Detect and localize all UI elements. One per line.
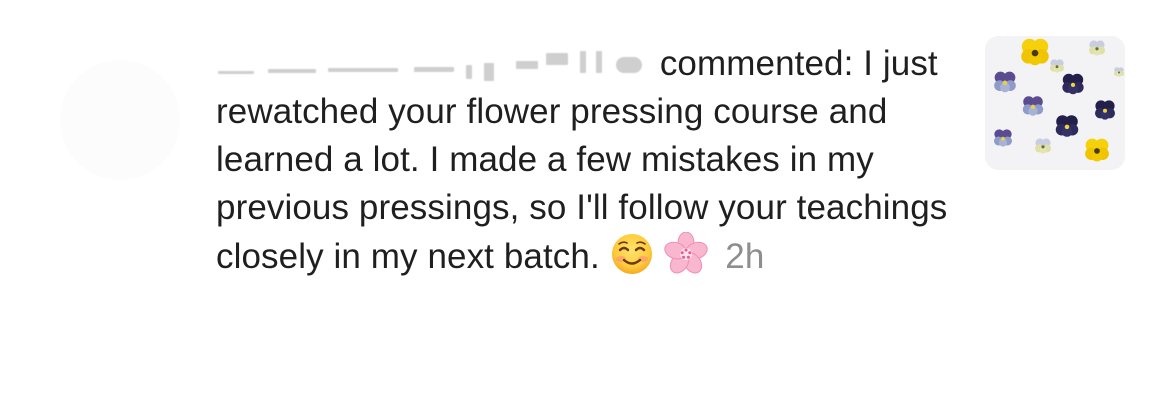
avatar[interactable] bbox=[60, 60, 180, 180]
smiling-face-icon bbox=[610, 232, 654, 289]
pressed-pansies-thumbnail bbox=[985, 36, 1125, 170]
timestamp: 2h bbox=[725, 237, 765, 276]
comment-notification[interactable]: commented: I just rewatched your flower … bbox=[0, 0, 1170, 415]
comment-text: commented: I just rewatched your flower … bbox=[216, 40, 976, 289]
redacted-username[interactable] bbox=[216, 47, 650, 81]
comment-body: commented: I just rewatched your flower … bbox=[216, 44, 948, 276]
cherry-blossom-icon bbox=[663, 231, 709, 289]
post-thumbnail[interactable] bbox=[985, 36, 1125, 170]
